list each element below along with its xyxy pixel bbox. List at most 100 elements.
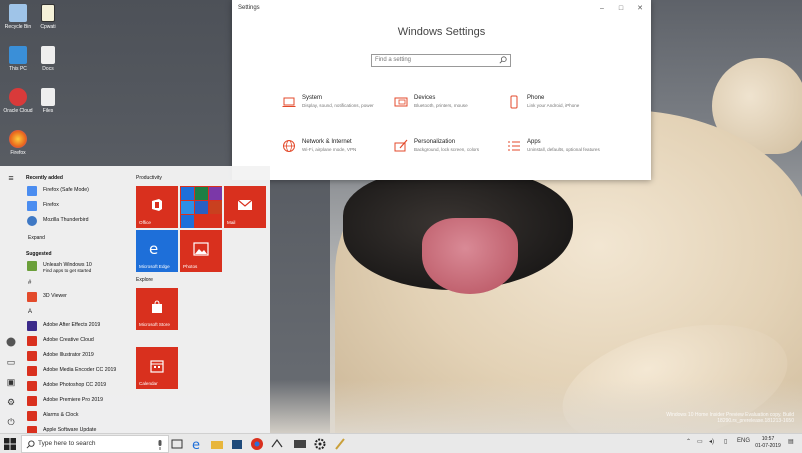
hamburger-menu-icon[interactable]: ≡	[5, 172, 17, 184]
laptop-icon	[282, 97, 296, 107]
3d-viewer-icon	[27, 292, 37, 302]
list-item[interactable]: Mozilla Thunderbird	[26, 214, 130, 228]
chrome-icon[interactable]	[250, 437, 264, 451]
settings-gear-icon[interactable]: ⚙	[5, 396, 17, 408]
photos-icon[interactable]	[293, 437, 307, 451]
category-description: Background, lock screen, colors	[414, 147, 480, 152]
photos-tile[interactable]: Photos	[180, 230, 222, 272]
taskbar-search-box[interactable]: Type here to search	[21, 435, 169, 453]
volume-icon[interactable]: ◂)	[709, 438, 714, 445]
section-letter-a[interactable]: A	[28, 309, 32, 315]
start-menu: ≡ ▭ ▣ ⚙ ⏻ Recently added Firefox (Safe M…	[0, 166, 270, 433]
file-icon	[41, 88, 55, 106]
svg-text:e: e	[192, 438, 200, 451]
paint-icon[interactable]	[333, 437, 347, 451]
mail-tile[interactable]: Mail	[224, 186, 266, 228]
desktop-icon-firefox[interactable]: Firefox	[2, 130, 34, 156]
taskbar: Type here to search e ⌃ ▭ ◂) ▯ ENG 10:57…	[0, 433, 802, 453]
list-item[interactable]: Adobe Media Encoder CC 2019	[26, 364, 130, 378]
desktop-icon-label: Firefox	[10, 150, 26, 156]
user-avatar-icon[interactable]	[5, 337, 17, 349]
document-icon	[41, 46, 55, 64]
list-item[interactable]: Apple Software Update	[26, 424, 130, 433]
maximize-button[interactable]: □	[613, 2, 629, 16]
edge-icon[interactable]: e	[190, 437, 204, 453]
suggested-app[interactable]: Unleash Windows 10 Find apps to get star…	[26, 259, 130, 277]
settings-category-phone[interactable]: Phone Link your Android, iPhone	[507, 95, 617, 119]
category-name: System	[302, 95, 323, 101]
category-description: Uninstall, defaults, optional features	[527, 147, 600, 152]
explore-heading: Explore	[136, 277, 153, 283]
calendar-icon	[150, 360, 164, 373]
close-button[interactable]: ✕	[632, 2, 648, 16]
office-tile[interactable]: Office	[136, 186, 178, 228]
task-view-icon[interactable]	[170, 437, 184, 451]
list-item[interactable]: Alarms & Clock	[26, 409, 130, 423]
list-item[interactable]: Firefox (Safe Mode)	[26, 184, 130, 198]
calendar-tile[interactable]: Calendar	[136, 347, 178, 389]
desktop-icon-files[interactable]: Files	[32, 88, 64, 114]
tile-area: Productivity Office Mail e Microsoft Edg…	[134, 166, 270, 433]
office-apps-tile[interactable]	[180, 186, 222, 228]
pictures-icon[interactable]: ▣	[5, 376, 17, 388]
windows-start-icon[interactable]	[4, 438, 16, 450]
recently-added-heading: Recently added	[26, 175, 63, 181]
tile-label: Calendar	[139, 381, 158, 386]
office-icon	[152, 199, 162, 211]
photos-icon	[193, 242, 209, 256]
store-tile[interactable]: Microsoft Store	[136, 288, 178, 330]
list-item[interactable]: Adobe Creative Cloud	[26, 334, 130, 348]
cloud-app-icon	[9, 88, 27, 106]
settings-search-input[interactable]: Find a setting	[371, 54, 511, 67]
illustrator-icon	[27, 351, 37, 361]
power-icon[interactable]: ⏻	[5, 416, 17, 428]
build-watermark: Windows 10 Home Insider Preview Evaluati…	[666, 412, 794, 424]
file-explorer-icon[interactable]	[210, 437, 224, 451]
microphone-icon[interactable]	[157, 440, 163, 450]
app-subtitle: Find apps to get started	[43, 268, 92, 273]
settings-titlebar[interactable]: Settings – □ ✕	[232, 0, 651, 20]
recycle-bin-icon	[9, 4, 27, 22]
tile-label: Microsoft Edge	[139, 264, 170, 269]
language-indicator[interactable]: ENG	[737, 438, 750, 444]
edge-tile[interactable]: e Microsoft Edge	[136, 230, 178, 272]
battery-icon[interactable]: ▯	[724, 438, 727, 445]
network-tool-icon[interactable]	[270, 437, 284, 451]
clock[interactable]: 10:57 01-07-2019	[753, 436, 783, 450]
documents-icon[interactable]: ▭	[5, 356, 17, 368]
app-name: Alarms & Clock	[43, 412, 79, 418]
show-hidden-icons-icon[interactable]: ⌃	[686, 438, 691, 445]
network-icon[interactable]: ▭	[697, 438, 703, 445]
list-item[interactable]: Adobe Premiere Pro 2019	[26, 394, 130, 408]
settings-category-apps[interactable]: Apps Uninstall, defaults, optional featu…	[507, 139, 617, 163]
list-item[interactable]: 3D Viewer	[26, 290, 130, 304]
desktop-icon-label: Docs	[42, 66, 54, 72]
clock-date: 01-07-2019	[755, 443, 781, 449]
settings-category-system[interactable]: System Display, sound, notifications, po…	[282, 95, 392, 119]
desktop-icon-recycle-bin[interactable]: Recycle Bin	[2, 4, 34, 30]
store-icon[interactable]	[230, 437, 244, 451]
after-effects-icon	[27, 321, 37, 331]
app-name: 3D Viewer	[43, 293, 67, 299]
app-name: Adobe Photoshop CC 2019	[43, 382, 107, 388]
expand-link[interactable]: Expand	[28, 235, 45, 241]
list-item[interactable]: Adobe After Effects 2019	[26, 319, 130, 333]
desktop-icon-docs[interactable]: Docs	[32, 46, 64, 72]
list-item[interactable]: Firefox	[26, 199, 130, 213]
settings-category-network[interactable]: Network & Internet Wi-Fi, airplane mode,…	[282, 139, 392, 163]
notification-center-icon[interactable]: ▤	[788, 438, 794, 445]
list-item[interactable]: Adobe Photoshop CC 2019	[26, 379, 130, 393]
desktop-icon-this-pc[interactable]: This PC	[2, 46, 34, 72]
list-item[interactable]: Adobe Illustrator 2019	[26, 349, 130, 363]
minimize-button[interactable]: –	[594, 2, 610, 16]
desktop-icon-oracle-cloud[interactable]: Oracle Cloud	[2, 88, 34, 114]
app-name: Adobe After Effects 2019	[43, 322, 101, 328]
settings-category-devices[interactable]: Devices Bluetooth, printers, mouse	[394, 95, 504, 119]
section-letter-hash[interactable]: #	[28, 280, 31, 286]
desktop-icon-cpwati[interactable]: Cpwati	[32, 4, 64, 30]
desktop-icon-label: Cpwati	[40, 24, 56, 30]
settings-gear-icon[interactable]	[313, 437, 327, 451]
category-name: Devices	[414, 95, 436, 101]
paint-brush-icon	[394, 139, 408, 152]
settings-category-personalization[interactable]: Personalization Background, lock screen,…	[394, 139, 504, 163]
